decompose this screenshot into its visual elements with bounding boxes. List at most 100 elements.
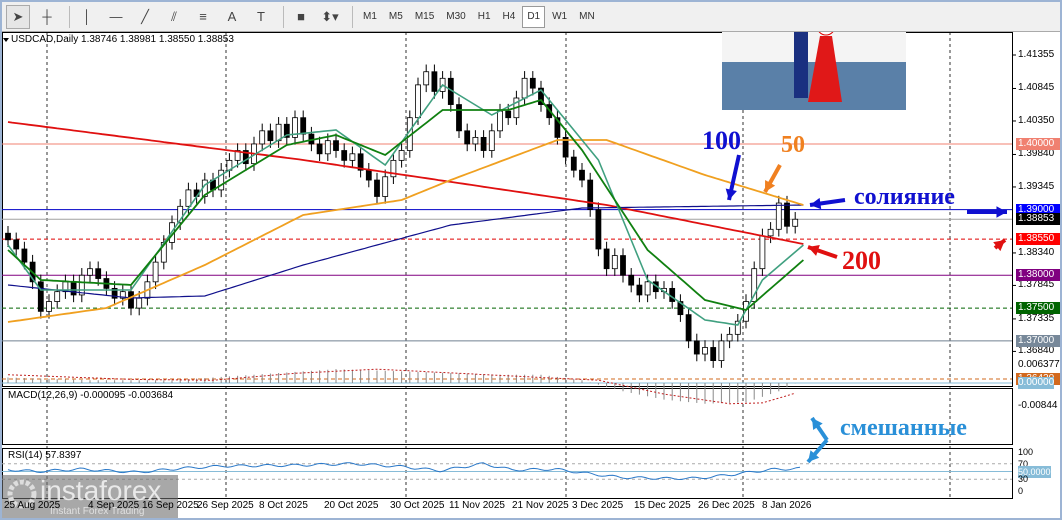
candle-bear-body <box>620 255 626 276</box>
trendline-icon: ╱ <box>141 8 149 24</box>
price-axis-label: 1.36840 <box>1018 345 1055 357</box>
timeframe-m30[interactable]: M30 <box>441 6 470 28</box>
date-axis-label: 20 Oct 2025 <box>324 500 379 511</box>
timeframe-h1[interactable]: H1 <box>473 6 496 28</box>
price-axis-label: 1.41355 <box>1018 49 1055 60</box>
trendline-tool-button[interactable]: ╱ <box>133 5 157 29</box>
candle-bull-body <box>521 77 528 99</box>
candle-bull-body <box>185 189 192 207</box>
candle-bear-body <box>456 104 462 132</box>
watermark-brand: instaforex <box>40 475 162 506</box>
fibonacci-tool-button[interactable]: ≡ <box>191 5 215 29</box>
candle-bear-body <box>431 71 438 92</box>
text-tool-button[interactable]: A <box>220 5 244 29</box>
watermark-tagline: Instant Forex Trading <box>50 506 145 517</box>
horizontal-line-tool-button[interactable]: — <box>104 5 128 29</box>
timeframe-w1[interactable]: W1 <box>547 6 572 28</box>
toolbar-separator <box>352 5 353 28</box>
candle-bull-body <box>349 153 356 161</box>
toolbar-separator <box>283 5 284 28</box>
candle-bear-body <box>603 248 610 270</box>
candle-bear-body <box>685 314 692 342</box>
toolbar-separator <box>69 5 70 28</box>
rsi-axis-label: 100 <box>1018 447 1034 457</box>
candle-bear-body <box>595 209 602 250</box>
annotation-merge: солияние <box>854 184 955 210</box>
date-axis-label: 30 Oct 2025 <box>390 500 445 511</box>
date-axis-label: 26 Dec 2025 <box>698 500 755 511</box>
annotation-50: 50 <box>781 132 805 158</box>
candle-bear-body <box>365 169 372 181</box>
candle-bull-body <box>726 333 733 342</box>
candle-bear-body <box>784 202 790 227</box>
candle <box>595 202 602 257</box>
arrows-tool-button[interactable]: ⬍▾ <box>318 5 342 29</box>
candle-bear-body <box>587 179 594 211</box>
date-axis-label: 3 Dec 2025 <box>572 500 624 511</box>
timeframe-h4[interactable]: H4 <box>498 6 521 28</box>
candle-bear-body <box>128 291 134 309</box>
candle-bear-body <box>374 179 380 197</box>
candle-bull-body <box>611 255 618 270</box>
candle-bear-body <box>579 169 585 181</box>
candle-bear-body <box>95 268 102 279</box>
macd-axis-label: 0.00000 <box>1018 377 1055 389</box>
candle-bull-body <box>382 176 389 197</box>
annotation-mixed: смешанные <box>840 415 967 441</box>
candle-bull-body <box>497 110 503 132</box>
candle-bull-body <box>767 228 774 237</box>
price-axis-label: 1.39840 <box>1018 148 1055 160</box>
macd-title: MACD(12,26,9) -0.000095 -0.003684 <box>8 390 174 401</box>
chart-canvas[interactable] <box>2 32 1060 518</box>
vertical-line-tool-button[interactable]: │ <box>75 5 99 29</box>
chart-window[interactable]: USDCAD,Daily 1.38746 1.38981 1.38550 1.3… <box>2 32 1060 518</box>
date-axis-label: 11 Nov 2025 <box>449 500 505 511</box>
toolbar: ➤ ┼ │ — ╱ ⫽ ≡ A T ■ ⬍▾ M1 M5 M15 M30 H1 H4 D1 W1 MN <box>2 2 1060 32</box>
candle-bear-body <box>710 347 717 362</box>
candle-bear-body <box>570 156 577 171</box>
candle-bull-body <box>702 347 708 355</box>
timeframe-m5[interactable]: M5 <box>384 6 408 28</box>
rsi-title: RSI(14) 57.8397 <box>8 450 82 461</box>
timeframe-m1[interactable]: M1 <box>358 6 382 28</box>
candle-bull-body <box>488 130 495 151</box>
text-label-tool-button[interactable]: T <box>249 5 273 29</box>
candle-bull-body <box>415 84 421 119</box>
candle-bear-body <box>267 130 274 142</box>
candle-bull-body <box>792 218 799 227</box>
rsi-axis-label: 30 <box>1018 474 1029 485</box>
date-axis-label: 21 Nov 2025 <box>512 500 569 511</box>
price-badge: 1.40000 <box>1016 137 1060 150</box>
candle-bull-body <box>644 281 651 296</box>
rsi-axis-label: 0 <box>1018 486 1024 496</box>
candle-bull-body <box>324 140 331 155</box>
annotation-100: 100 <box>702 126 741 155</box>
timeframe-d1[interactable]: D1 <box>522 5 546 28</box>
candle-bear-body <box>21 248 28 263</box>
date-axis-label: 8 Oct 2025 <box>259 500 308 511</box>
candle-bear-body <box>636 284 643 296</box>
candle-bear-body <box>480 136 487 151</box>
date-axis-label: 8 Jan 2026 <box>762 500 812 511</box>
candle-bull-body <box>46 301 52 312</box>
crosshair-tool-button[interactable]: ┼ <box>35 5 59 29</box>
candle-bull-body <box>136 297 143 309</box>
candle-bull-body <box>54 291 61 302</box>
rectangle-tool-button[interactable]: ■ <box>289 5 313 29</box>
arrows-icon: ⬍▾ <box>321 8 339 24</box>
vertical-line-icon: │ <box>82 9 92 24</box>
timeframe-mn[interactable]: MN <box>574 6 600 28</box>
price-badge: 1.38550 <box>1016 233 1060 246</box>
candle-bull-body <box>259 130 266 145</box>
price-badge: 1.38000 <box>1016 269 1060 282</box>
candle-bear-body <box>464 130 471 145</box>
chart-title: USDCAD,Daily 1.38746 1.38981 1.38550 1.3… <box>11 34 234 45</box>
candle-bear-body <box>300 117 307 135</box>
equidistant-channel-tool-button[interactable]: ⫽ <box>162 5 186 29</box>
annotation-200: 200 <box>842 246 881 275</box>
candle-bear-body <box>13 239 20 250</box>
price-axis-label: 1.39345 <box>1018 180 1055 192</box>
date-axis-label: 26 Sep 2025 <box>197 500 254 511</box>
cursor-tool-button[interactable]: ➤ <box>6 4 30 29</box>
timeframe-m15[interactable]: M15 <box>410 6 439 28</box>
